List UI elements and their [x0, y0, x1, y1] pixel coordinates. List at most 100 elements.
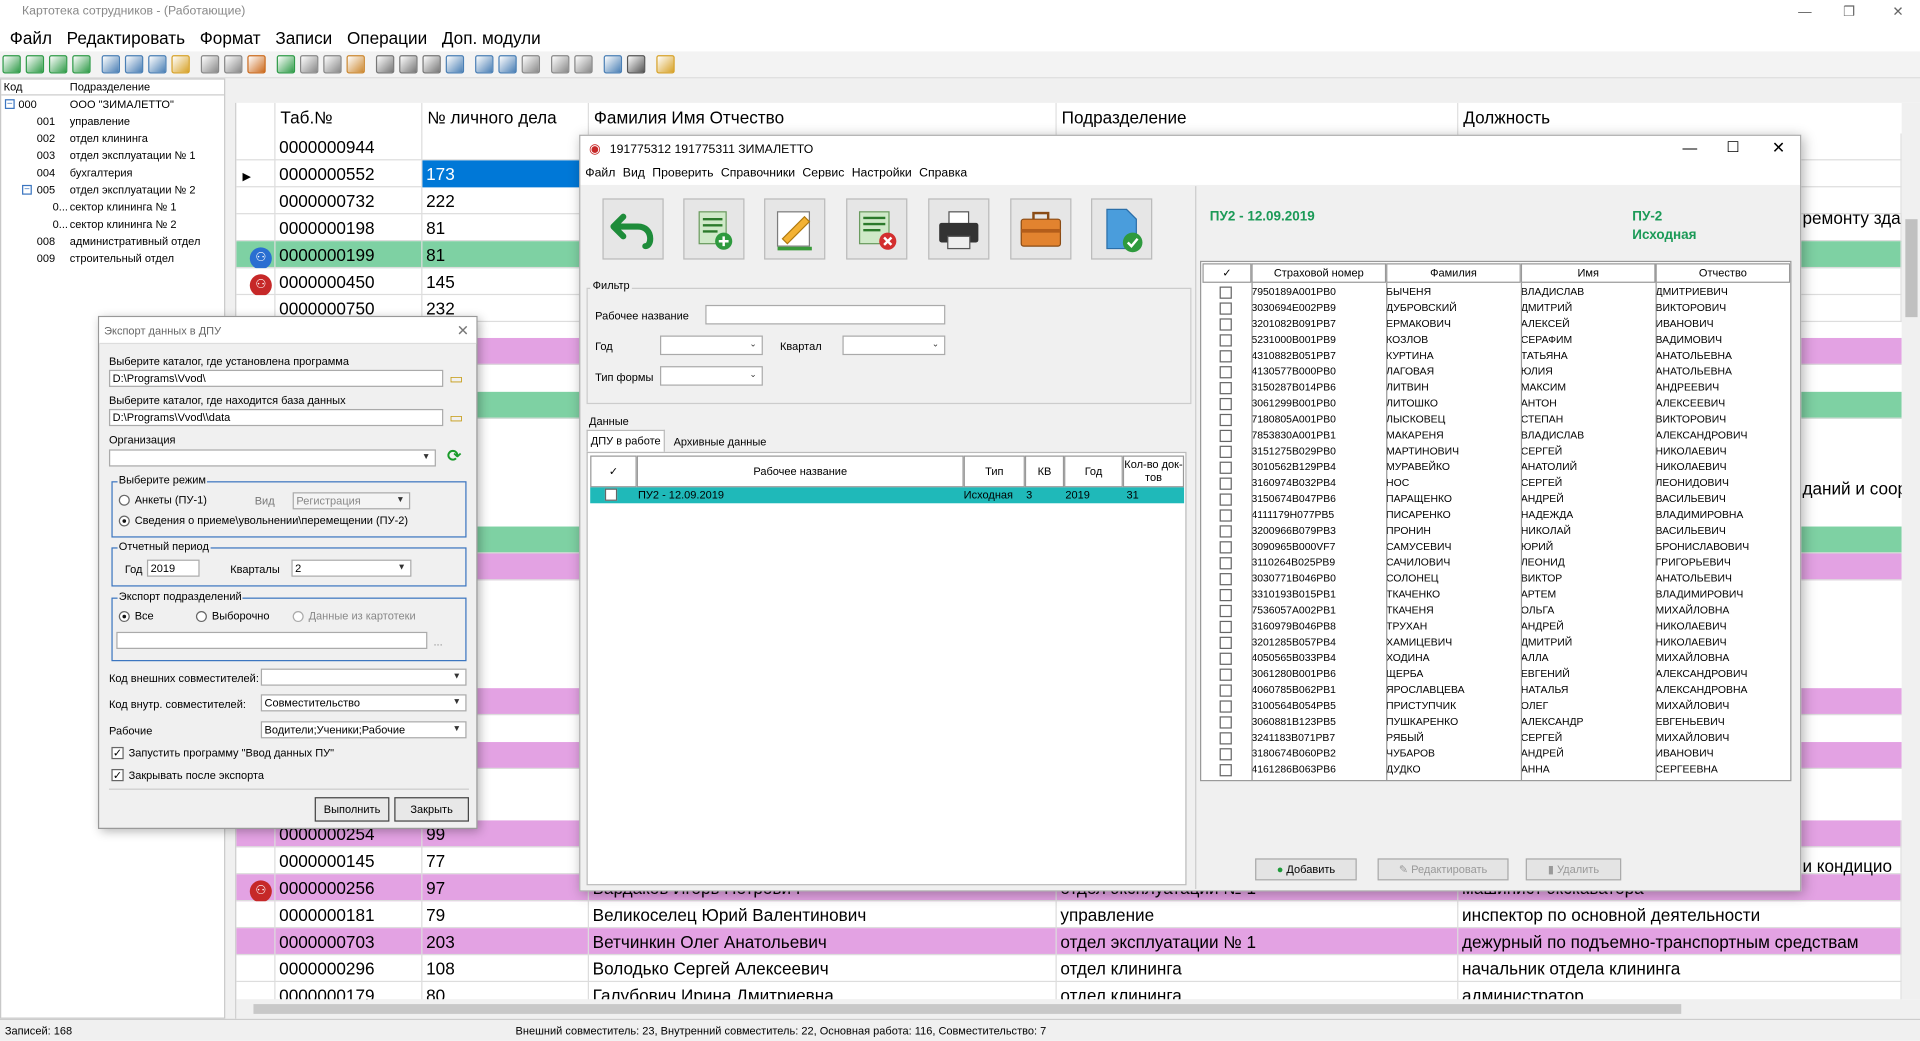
next-record-icon[interactable]: [48, 55, 68, 74]
columns-icon[interactable]: [445, 55, 465, 74]
person-checkbox[interactable]: [1219, 461, 1232, 474]
grid-header-tab[interactable]: Таб.№: [275, 102, 423, 134]
export-dialog-close-icon[interactable]: ✕: [457, 322, 469, 339]
pu-menu-item[interactable]: Настройки: [848, 163, 915, 185]
tab-active-dpu[interactable]: ДПУ в работе: [586, 429, 665, 452]
add-record-icon[interactable]: [101, 55, 121, 74]
tree-item[interactable]: 004 бухгалтерия: [1, 164, 224, 181]
person-checkbox[interactable]: [1219, 604, 1232, 618]
list-item[interactable]: 3030694Е002РВ9 ДУБРОВСКИЙ ДМИТРИЙ ВИКТОРОВИ…: [1202, 300, 1790, 316]
list-item[interactable]: 7853830А001РВ1 МАКАРЕНЯ ВЛАДИСЛАВ АЛЕКСАНДР…: [1202, 427, 1790, 443]
cut-icon[interactable]: [551, 55, 570, 74]
pu-menu-item[interactable]: Проверить: [649, 163, 718, 185]
dpu-col-kv[interactable]: КВ: [1024, 455, 1065, 488]
filter-name-input[interactable]: [705, 304, 946, 325]
person-checkbox[interactable]: [1219, 429, 1232, 443]
person-checkbox[interactable]: [1219, 493, 1232, 506]
person-checkbox[interactable]: [1219, 413, 1232, 427]
menu-modules[interactable]: Доп. модули: [435, 24, 549, 51]
edit-document-button[interactable]: [764, 198, 826, 260]
list-item[interactable]: 3160974В032РВ4 НОС СЕРГЕЙ ЛЕОНИДОВИЧ: [1202, 475, 1790, 491]
list-item[interactable]: 4060785В062РВ1 ЯРОСЛАВЦЕВА НАТАЛЬЯ АЛЕКСАНД…: [1202, 682, 1790, 698]
pu-menu-item[interactable]: Файл: [582, 163, 619, 185]
person-checkbox[interactable]: [1219, 525, 1232, 538]
close-dialog-button[interactable]: Закрыть: [394, 797, 469, 822]
pu-menu-item[interactable]: Справка: [915, 163, 970, 185]
list-item[interactable]: 3061280В001РВ6 ЩЕРБА ЕВГЕНИЙ АЛЕКСАНДРОВИЧ: [1202, 666, 1790, 682]
close-button[interactable]: ✕: [1876, 0, 1920, 24]
tab-archive[interactable]: Архивные данные: [669, 432, 772, 452]
pu-menu-item[interactable]: Вид: [619, 163, 649, 185]
list-item[interactable]: 5231000В001РВ9 КОЗЛОВ СЕРАФИМ ВАДИМОВИЧ: [1202, 332, 1790, 348]
grid-header-dept[interactable]: Подразделение: [1056, 102, 1459, 134]
org-select[interactable]: ▼: [108, 449, 436, 467]
vid-select[interactable]: Регистрация ▼: [292, 492, 411, 510]
person-checkbox[interactable]: [1219, 716, 1232, 729]
grid-vscrollbar[interactable]: [1901, 102, 1920, 1000]
users-icon[interactable]: [247, 55, 266, 74]
pu-menu-item[interactable]: Сервис: [799, 163, 848, 185]
run-button[interactable]: Выполнить: [314, 797, 390, 822]
person-checkbox[interactable]: [1219, 620, 1232, 634]
person-checkbox[interactable]: [1219, 397, 1232, 411]
export-depts-input[interactable]: [116, 631, 428, 649]
vscroll-thumb[interactable]: [1905, 219, 1918, 318]
edit-person-button[interactable]: ✎ Редактировать: [1377, 858, 1509, 881]
program-dir-input[interactable]: D:\Programs\Vvod\: [108, 369, 444, 387]
last-record-icon[interactable]: [72, 55, 91, 74]
list-item[interactable]: 3241183В071РВ7 РЯБЫЙ СЕРГЕЙ МИХАЙЛОВИЧ: [1202, 730, 1790, 746]
collapse-icon[interactable]: −: [22, 184, 32, 195]
person-checkbox[interactable]: [1219, 334, 1232, 347]
people-col-name[interactable]: Имя: [1520, 263, 1656, 283]
list-item[interactable]: 3090965В000VF7 САМУСЕВИЧ ЮРИЙ БРОНИСЛАВОВИЧ: [1202, 539, 1790, 555]
report-icon[interactable]: [498, 55, 517, 74]
people-col-patronymic[interactable]: Отчество: [1655, 263, 1791, 283]
folder-open-icon[interactable]: ▭: [449, 409, 463, 426]
list-item[interactable]: 3030771В046РВ0 СОЛОНЕЦ ВИКТОР АНАТОЛЬЕВИЧ: [1202, 571, 1790, 587]
person-checkbox[interactable]: [1219, 477, 1232, 490]
person-checkbox[interactable]: [1219, 286, 1232, 299]
dpu-row-checkbox[interactable]: [604, 488, 618, 501]
int-code-select[interactable]: Совместительство ▼: [260, 694, 467, 712]
person-checkbox[interactable]: [1219, 652, 1232, 665]
close-after-checkbox[interactable]: ✓: [111, 768, 124, 782]
person-checkbox[interactable]: [1219, 700, 1232, 713]
list-item[interactable]: 3060881В123РВ5 ПУШКАРЕНКО АЛЕКСАНДР ЕВГЕНЬЕ…: [1202, 714, 1790, 730]
module-icon[interactable]: [656, 55, 675, 74]
list-item[interactable]: 4111179Н077РВ5 ПИСАРЕНКО НАДЕЖДА ВЛАДИМИРОВ…: [1202, 507, 1790, 523]
table-row[interactable]: 0000000703 203 Ветчинкин Олег Анатольевич о…: [236, 928, 1920, 956]
check-document-button[interactable]: [1091, 198, 1153, 260]
duplicate-icon[interactable]: [521, 55, 541, 74]
tree-item[interactable]: 002 отдел клининга: [1, 130, 224, 147]
list-item[interactable]: 3110264В025РВ9 САЧИЛОВИЧ ЛЕОНИД ГРИГОРЬЕВИЧ: [1202, 555, 1790, 571]
list-item[interactable]: 3150287В014РВ6 ЛИТВИН МАКСИМ АНДРЕЕВИЧ: [1202, 380, 1790, 396]
menu-format[interactable]: Формат: [192, 24, 268, 51]
first-record-icon[interactable]: [2, 55, 21, 74]
preview-icon[interactable]: [603, 55, 623, 74]
db-dir-input[interactable]: D:\Programs\Vvod\\data: [108, 408, 444, 427]
grid-hscrollbar[interactable]: [236, 999, 1920, 1019]
clipboard-icon[interactable]: [574, 55, 593, 74]
restore-button[interactable]: ❐: [1827, 0, 1871, 24]
paste-icon[interactable]: [323, 55, 342, 74]
delete-document-button[interactable]: [846, 198, 908, 260]
person-checkbox[interactable]: [1219, 382, 1232, 395]
list-item[interactable]: 7950189А001РВ0 БЫЧЕНЯ ВЛАДИСЛАВ ДМИТРИЕВИЧ: [1202, 284, 1790, 300]
tree-item[interactable]: 0... сектор клининга № 1: [1, 198, 224, 215]
filter-icon[interactable]: [200, 55, 220, 74]
list-item[interactable]: 3200966В079РВ3 ПРОНИН НИКОЛАЙ ВАСИЛЬЕВИЧ: [1202, 523, 1790, 539]
dpu-col-count[interactable]: Кол-во док-тов: [1122, 455, 1185, 488]
list-item[interactable]: 3160979В046РВ8 ТРУХАН АНДРЕЙ НИКОЛАЕВИЧ: [1202, 618, 1790, 634]
person-checkbox[interactable]: [1219, 302, 1232, 315]
grid-header-position[interactable]: Должность: [1458, 102, 1920, 134]
refresh-icon[interactable]: ⟳: [447, 446, 461, 467]
add-document-button[interactable]: [683, 198, 745, 260]
tree-item[interactable]: 009 строительный отдел: [1, 250, 224, 267]
folder-open-icon[interactable]: ▭: [449, 370, 463, 387]
people-col-surname[interactable]: Фамилия: [1386, 263, 1521, 283]
grid-header-fio[interactable]: Фамилия Имя Отчество: [588, 102, 1057, 134]
prev-record-icon[interactable]: [25, 55, 45, 74]
person-checkbox[interactable]: [1219, 668, 1232, 681]
quarter-select[interactable]: 2 ▼: [291, 559, 412, 577]
pu-minimize-icon[interactable]: —: [1682, 140, 1697, 157]
